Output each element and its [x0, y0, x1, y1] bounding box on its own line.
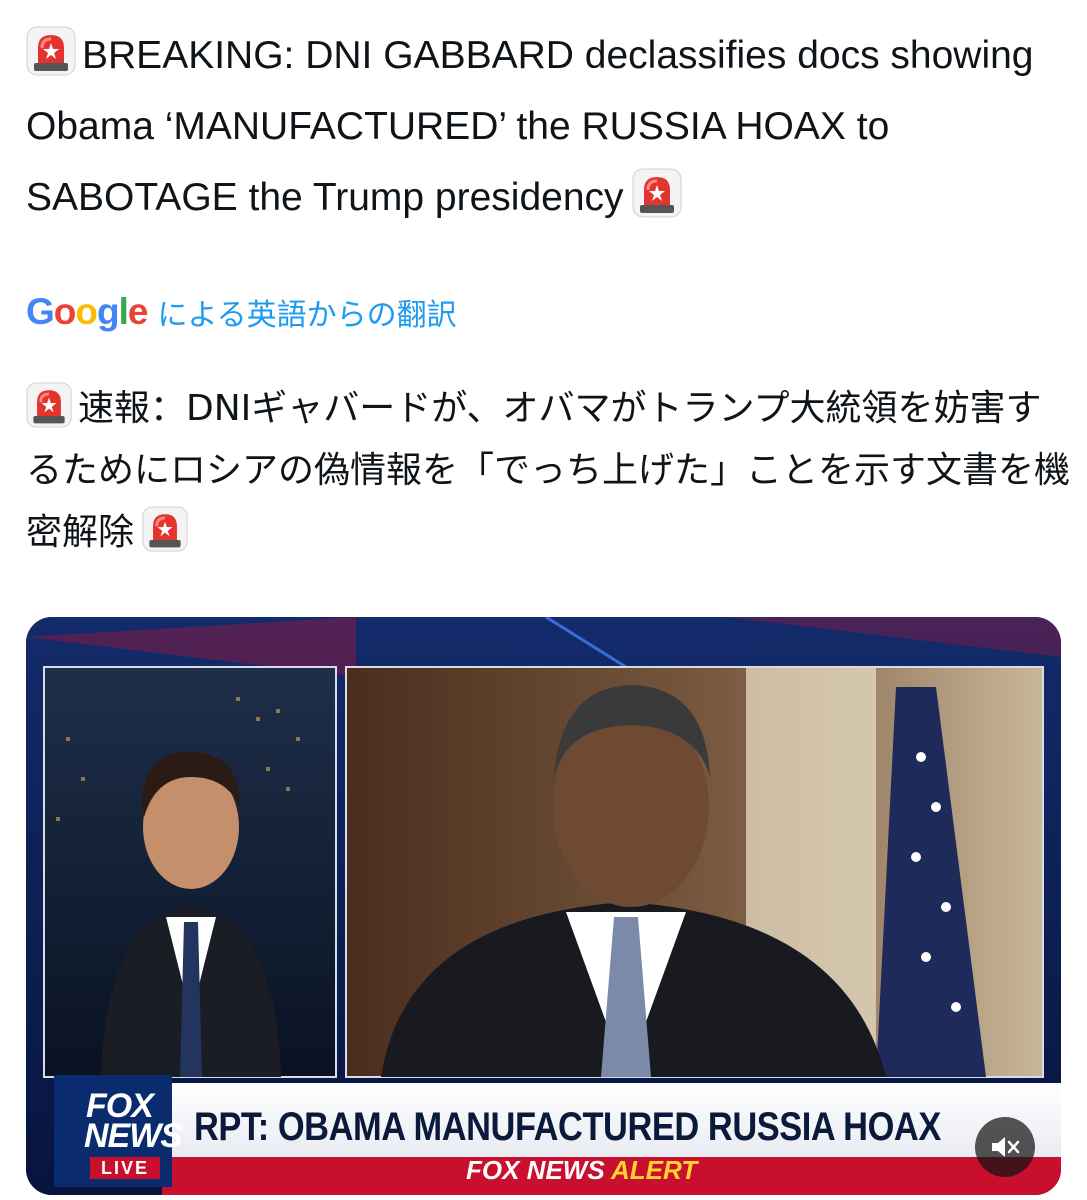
translated-text: 速報：DNIギャバードが、オバマがトランプ大統領を妨害するためにロシアの偽情報を… [26, 378, 1071, 564]
google-letter: G [26, 291, 55, 332]
rotating-light-icon [632, 168, 682, 218]
google-letter: l [118, 291, 129, 332]
rotating-light-icon [26, 382, 72, 428]
speaker-muted-icon [992, 1137, 1020, 1157]
alert-word: ALERT [610, 1155, 698, 1185]
google-letter: g [97, 291, 120, 332]
logo-live-badge: LIVE [90, 1157, 160, 1179]
tweet-text: BREAKING: DNI GABBARD declassifies docs … [26, 20, 1066, 233]
chyron-headline: RPT: OBAMA MANUFACTURED RUSSIA HOAX [194, 1105, 941, 1149]
google-letter: o [75, 291, 98, 332]
rotating-light-icon [26, 26, 76, 76]
fox-news-alert-banner: FOX NEWS ALERT [466, 1155, 697, 1186]
fox-news-live-logo: FOX NEWS LIVE [72, 1087, 183, 1185]
video-media[interactable]: FOX NEWS LIVE RPT: OBAMA MANUFACTURED RU… [26, 617, 1061, 1195]
logo-news-text: NEWS [84, 1117, 183, 1155]
translation-attribution[interactable]: Google による英語からの翻訳 [26, 290, 457, 334]
tweet-text-body: BREAKING: DNI GABBARD declassifies docs … [26, 34, 1034, 219]
mute-button[interactable] [975, 1117, 1035, 1177]
google-letter: e [127, 291, 149, 332]
google-letter: o [53, 291, 77, 332]
google-logo-icon: Google [26, 291, 149, 333]
translation-label[interactable]: による英語からの翻訳 [157, 290, 456, 334]
alert-prefix: FOX NEWS [466, 1155, 605, 1185]
rotating-light-icon [142, 506, 188, 552]
